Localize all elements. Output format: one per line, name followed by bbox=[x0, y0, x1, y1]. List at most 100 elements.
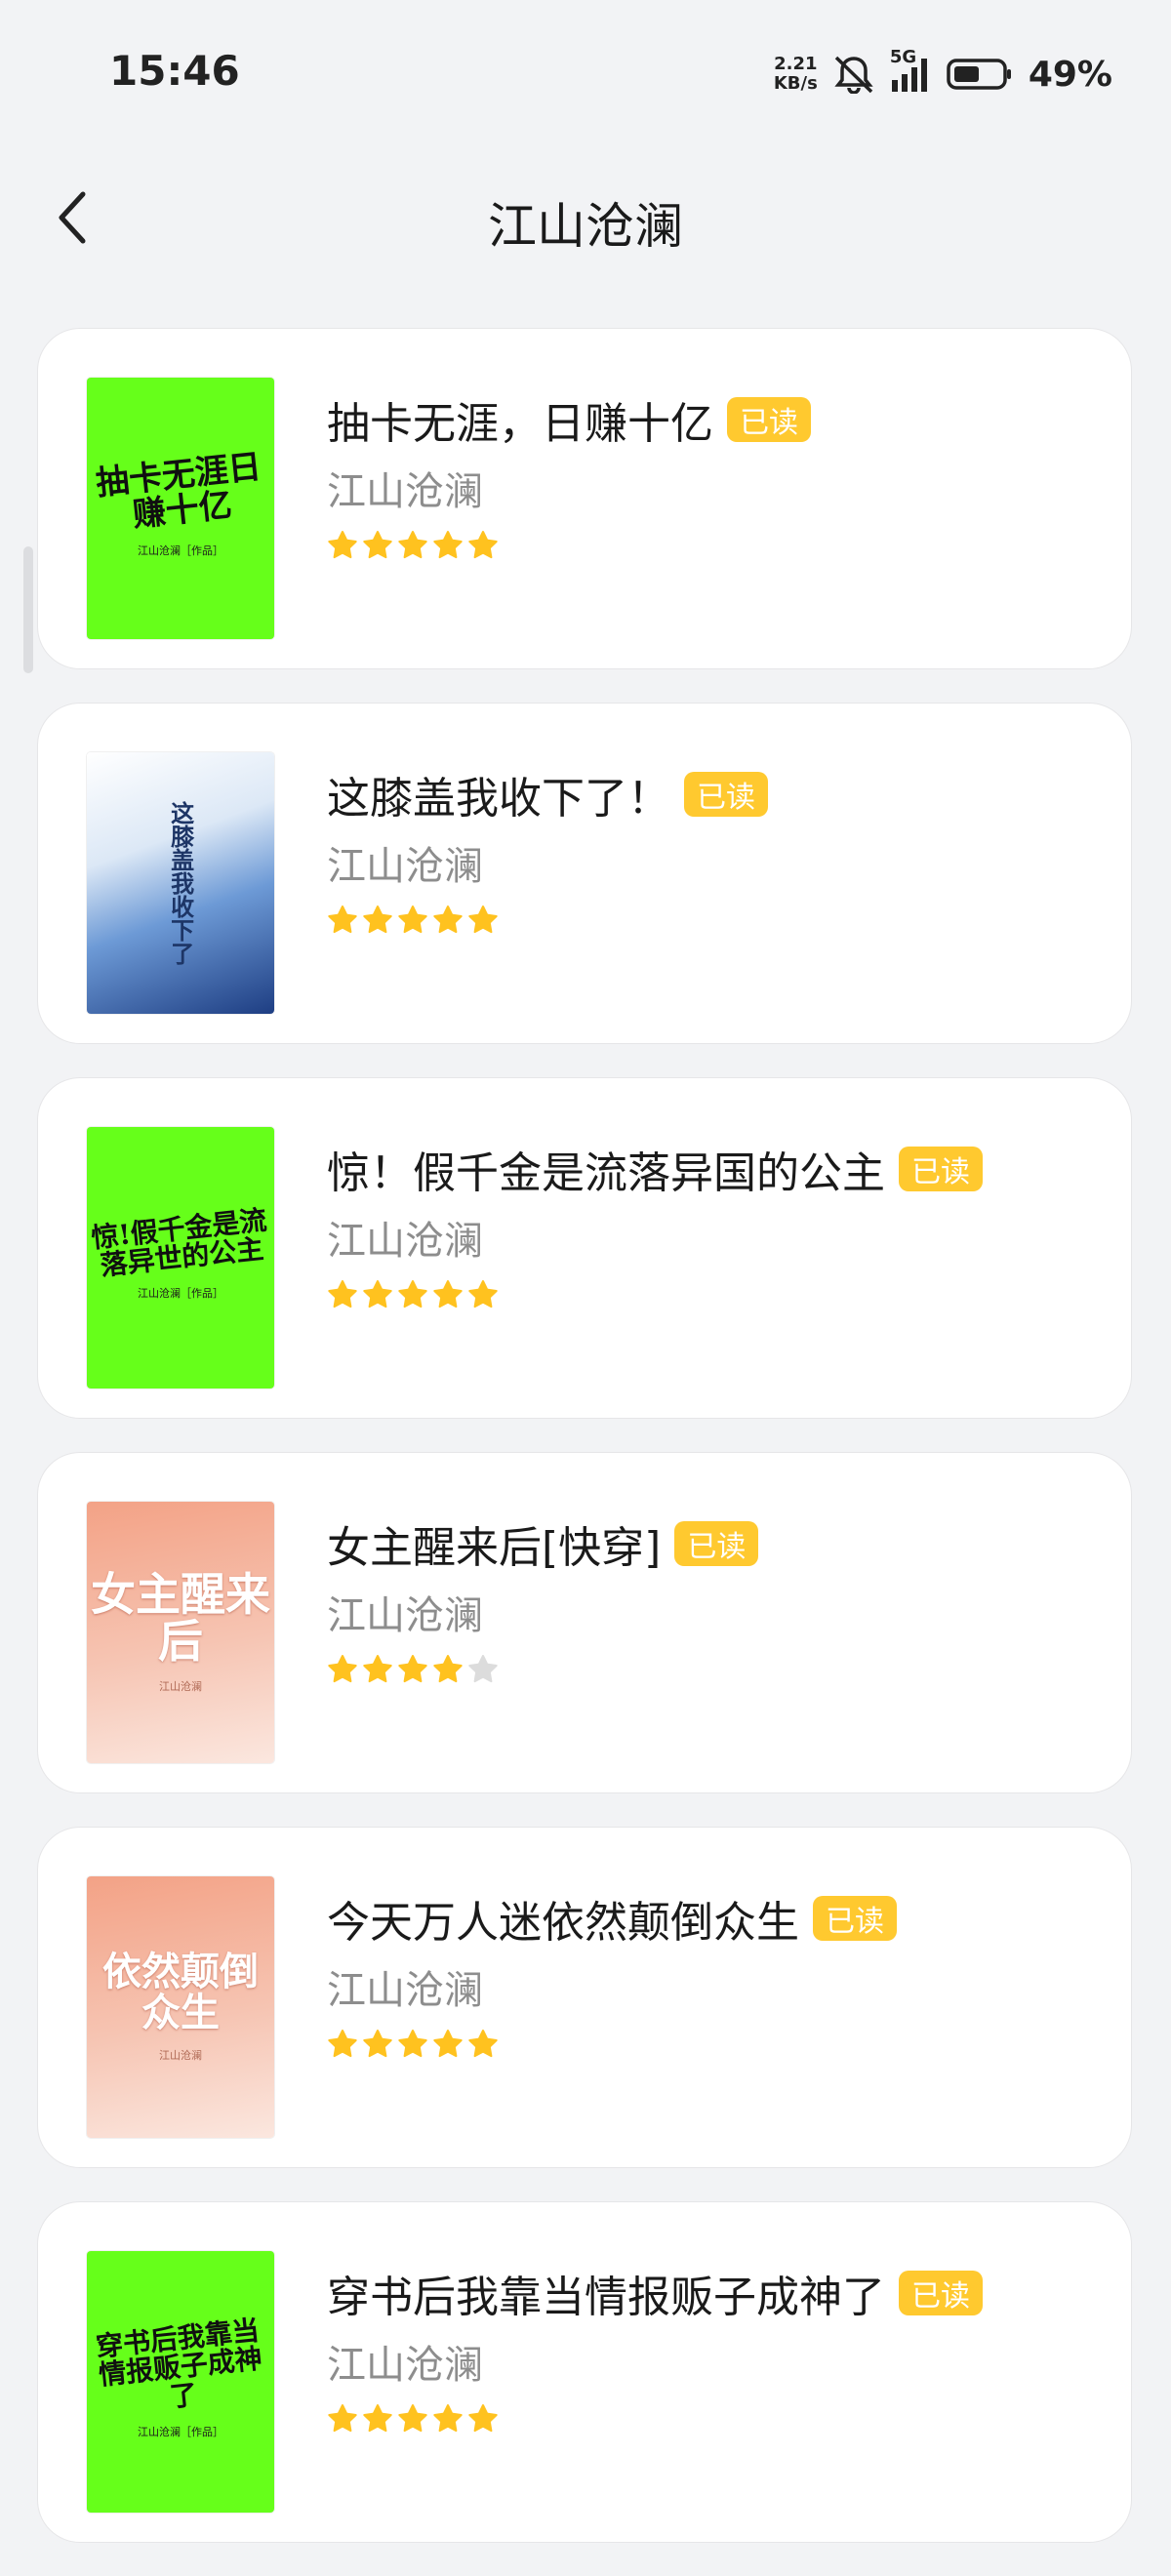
read-badge: 已读 bbox=[899, 1147, 983, 1191]
book-author[interactable]: 江山沧澜 bbox=[327, 460, 1092, 516]
book-cover[interactable]: 穿书后我靠当情报贩子成神了 江山沧澜［作品］ bbox=[87, 2251, 274, 2513]
book-card[interactable]: 惊!假千金是流落异世的公主 江山沧澜［作品］ 惊！假千金是流落异国的公主 已读 … bbox=[37, 1077, 1132, 1419]
rating-stars bbox=[327, 1279, 1092, 1310]
rating-stars bbox=[327, 905, 1092, 936]
status-time: 15:46 bbox=[109, 47, 240, 95]
star-filled-icon bbox=[397, 2029, 428, 2060]
book-info: 女主醒来后[快穿] 已读 江山沧澜 bbox=[327, 1511, 1092, 1685]
mute-icon bbox=[831, 55, 876, 94]
star-filled-icon bbox=[467, 2403, 499, 2435]
cover-author-text: 江山沧澜 bbox=[159, 1680, 202, 1694]
book-title[interactable]: 女主醒来后[快穿] bbox=[327, 1512, 661, 1575]
book-title[interactable]: 惊！假千金是流落异国的公主 bbox=[327, 1138, 885, 1200]
cover-author-text: 江山沧澜［作品］ bbox=[138, 543, 223, 557]
star-filled-icon bbox=[432, 2403, 464, 2435]
title-row: 抽卡无涯，日赚十亿 已读 bbox=[327, 387, 1092, 452]
title-row: 女主醒来后[快穿] 已读 bbox=[327, 1511, 1092, 1576]
star-filled-icon bbox=[397, 905, 428, 936]
star-filled-icon bbox=[432, 1654, 464, 1685]
star-filled-icon bbox=[327, 530, 358, 561]
title-row: 穿书后我靠当情报贩子成神了 已读 bbox=[327, 2261, 1092, 2325]
cover-title-text: 抽卡无涯日赚十亿 bbox=[94, 447, 263, 536]
book-author[interactable]: 江山沧澜 bbox=[327, 834, 1092, 891]
star-filled-icon bbox=[327, 1654, 358, 1685]
page-header: 江山沧澜 bbox=[0, 166, 1171, 273]
title-row: 惊！假千金是流落异国的公主 已读 bbox=[327, 1137, 1092, 1201]
book-card[interactable]: 穿书后我靠当情报贩子成神了 江山沧澜［作品］ 穿书后我靠当情报贩子成神了 已读 … bbox=[37, 2201, 1132, 2543]
book-title[interactable]: 穿书后我靠当情报贩子成神了 bbox=[327, 2262, 885, 2324]
book-cover[interactable]: 女主醒来后 江山沧澜 bbox=[87, 1502, 274, 1763]
star-filled-icon bbox=[327, 2403, 358, 2435]
book-card[interactable]: 依然颠倒众生 江山沧澜 今天万人迷依然颠倒众生 已读 江山沧澜 bbox=[37, 1827, 1132, 2168]
star-filled-icon bbox=[432, 905, 464, 936]
cover-title-text: 惊!假千金是流落异世的公主 bbox=[90, 1203, 268, 1282]
star-filled-icon bbox=[362, 905, 393, 936]
title-row: 今天万人迷依然颠倒众生 已读 bbox=[327, 1886, 1092, 1951]
book-author[interactable]: 江山沧澜 bbox=[327, 2333, 1092, 2390]
star-filled-icon bbox=[467, 530, 499, 561]
book-info: 抽卡无涯，日赚十亿 已读 江山沧澜 bbox=[327, 387, 1092, 561]
star-filled-icon bbox=[327, 2029, 358, 2060]
network-type: 5G bbox=[889, 47, 917, 67]
book-cover[interactable]: 依然颠倒众生 江山沧澜 bbox=[87, 1876, 274, 2138]
star-filled-icon bbox=[362, 2029, 393, 2060]
network-speed-value: 2.21 bbox=[774, 54, 818, 74]
star-empty-icon bbox=[467, 1654, 499, 1685]
star-filled-icon bbox=[397, 2403, 428, 2435]
star-filled-icon bbox=[362, 2403, 393, 2435]
read-badge: 已读 bbox=[727, 397, 811, 442]
book-author[interactable]: 江山沧澜 bbox=[327, 1209, 1092, 1266]
status-bar: 15:46 2.21 KB/s 5G 49% bbox=[0, 0, 1171, 146]
battery-percent: 49% bbox=[1028, 54, 1112, 95]
star-filled-icon bbox=[327, 905, 358, 936]
book-title[interactable]: 今天万人迷依然颠倒众生 bbox=[327, 1887, 799, 1950]
star-filled-icon bbox=[327, 1279, 358, 1310]
book-cover[interactable]: 这膝盖我收下了 bbox=[87, 752, 274, 1014]
cover-title-text: 穿书后我靠当情报贩子成神了 bbox=[94, 2314, 264, 2413]
star-filled-icon bbox=[397, 1279, 428, 1310]
read-badge: 已读 bbox=[899, 2271, 983, 2315]
book-info: 这膝盖我收下了！ 已读 江山沧澜 bbox=[327, 762, 1092, 936]
book-card[interactable]: 这膝盖我收下了 这膝盖我收下了！ 已读 江山沧澜 bbox=[37, 703, 1132, 1044]
star-filled-icon bbox=[362, 1279, 393, 1310]
star-filled-icon bbox=[432, 2029, 464, 2060]
network-speed: 2.21 KB/s bbox=[774, 55, 818, 94]
book-card[interactable]: 抽卡无涯日赚十亿 江山沧澜［作品］ 抽卡无涯，日赚十亿 已读 江山沧澜 bbox=[37, 328, 1132, 669]
cover-author-text: 江山沧澜 bbox=[159, 2049, 202, 2062]
read-badge: 已读 bbox=[813, 1896, 897, 1941]
star-filled-icon bbox=[467, 2029, 499, 2060]
cover-title-text: 这膝盖我收下了 bbox=[166, 801, 195, 965]
star-filled-icon bbox=[432, 530, 464, 561]
cover-author-text: 江山沧澜［作品］ bbox=[138, 2426, 223, 2439]
book-author[interactable]: 江山沧澜 bbox=[327, 1584, 1092, 1640]
network-speed-unit: KB/s bbox=[773, 73, 818, 94]
book-title[interactable]: 抽卡无涯，日赚十亿 bbox=[327, 388, 713, 451]
star-filled-icon bbox=[397, 530, 428, 561]
star-filled-icon bbox=[362, 1654, 393, 1685]
read-badge: 已读 bbox=[684, 772, 768, 817]
rating-stars bbox=[327, 1654, 1092, 1685]
rating-stars bbox=[327, 530, 1092, 561]
star-filled-icon bbox=[362, 530, 393, 561]
scroll-indicator bbox=[23, 546, 33, 673]
rating-stars bbox=[327, 2403, 1092, 2435]
title-row: 这膝盖我收下了！ 已读 bbox=[327, 762, 1092, 826]
book-author[interactable]: 江山沧澜 bbox=[327, 1958, 1092, 2015]
rating-stars bbox=[327, 2029, 1092, 2060]
book-info: 惊！假千金是流落异国的公主 已读 江山沧澜 bbox=[327, 1137, 1092, 1310]
book-cover[interactable]: 抽卡无涯日赚十亿 江山沧澜［作品］ bbox=[87, 378, 274, 639]
star-filled-icon bbox=[432, 1279, 464, 1310]
star-filled-icon bbox=[467, 1279, 499, 1310]
book-list: 抽卡无涯日赚十亿 江山沧澜［作品］ 抽卡无涯，日赚十亿 已读 江山沧澜 这膝盖我… bbox=[37, 328, 1134, 2576]
book-cover[interactable]: 惊!假千金是流落异世的公主 江山沧澜［作品］ bbox=[87, 1127, 274, 1389]
signal-icon: 5G bbox=[890, 47, 933, 94]
book-info: 今天万人迷依然颠倒众生 已读 江山沧澜 bbox=[327, 1886, 1092, 2060]
book-title[interactable]: 这膝盖我收下了！ bbox=[327, 763, 670, 825]
book-info: 穿书后我靠当情报贩子成神了 已读 江山沧澜 bbox=[327, 2261, 1092, 2435]
star-filled-icon bbox=[397, 1654, 428, 1685]
page-title: 江山沧澜 bbox=[488, 198, 683, 255]
cover-title-text: 依然颠倒众生 bbox=[102, 1949, 259, 2035]
battery-icon bbox=[947, 58, 1013, 91]
star-filled-icon bbox=[467, 905, 499, 936]
book-card[interactable]: 女主醒来后 江山沧澜 女主醒来后[快穿] 已读 江山沧澜 bbox=[37, 1452, 1132, 1793]
